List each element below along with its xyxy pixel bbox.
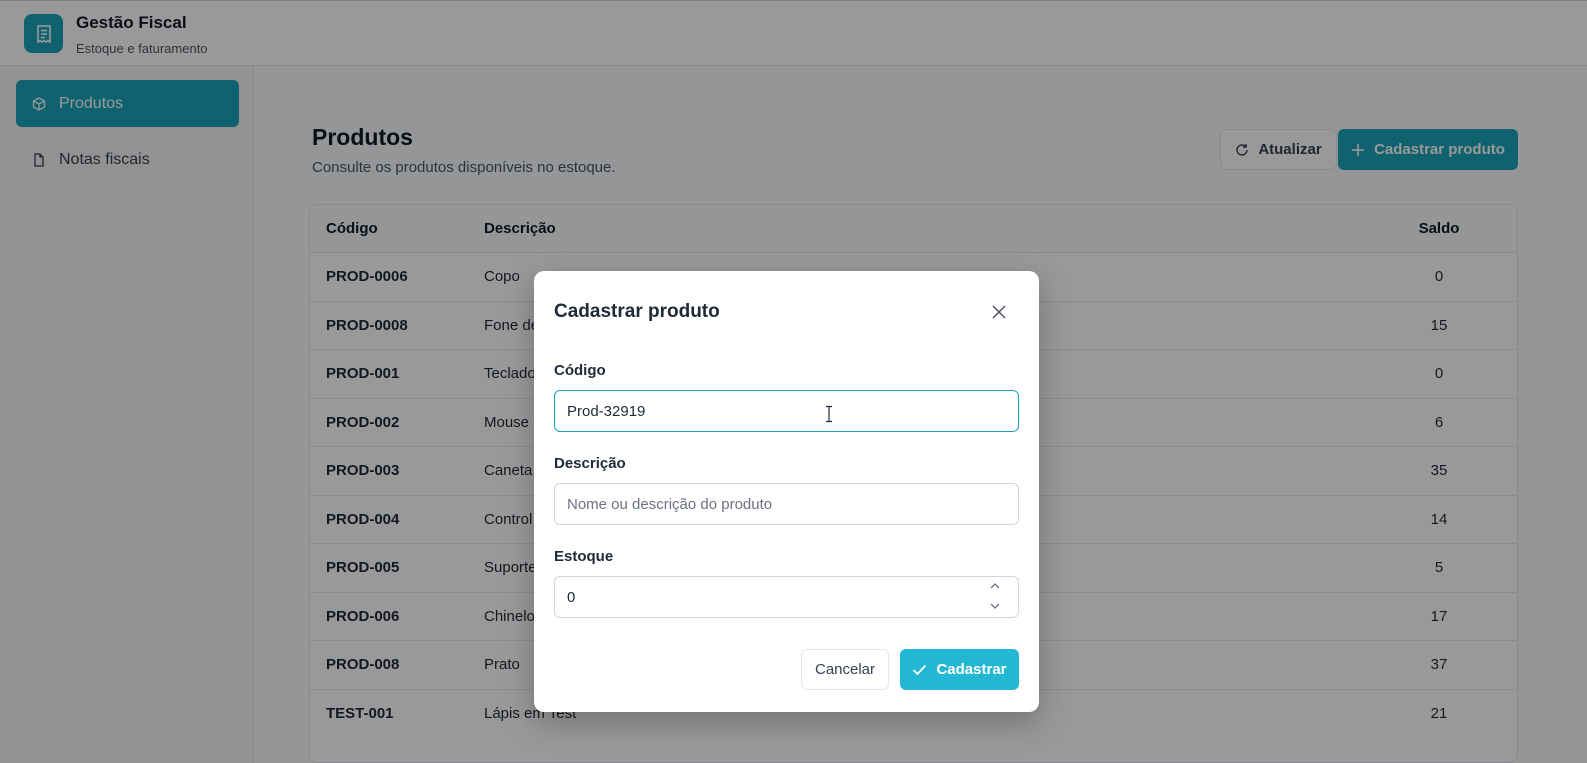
close-icon[interactable] <box>989 302 1009 322</box>
submit-button[interactable]: Cadastrar <box>900 649 1019 690</box>
estoque-label: Estoque <box>554 548 614 565</box>
chevron-up-icon <box>990 583 1000 589</box>
codigo-input[interactable] <box>554 390 1019 432</box>
dialog-title: Cadastrar produto <box>554 301 720 322</box>
descricao-input[interactable] <box>554 483 1019 525</box>
check-icon <box>912 664 927 676</box>
cancel-button[interactable]: Cancelar <box>801 649 889 690</box>
estoque-input[interactable] <box>554 576 1019 618</box>
descricao-label: Descrição <box>554 455 626 472</box>
chevron-down-icon <box>990 603 1000 609</box>
codigo-label: Código <box>554 362 606 379</box>
text-cursor-icon <box>823 405 835 423</box>
add-product-dialog: Cadastrar produto Código Descrição Estoq… <box>534 271 1039 712</box>
submit-label: Cadastrar <box>936 661 1007 678</box>
quantity-stepper[interactable] <box>989 576 1005 616</box>
